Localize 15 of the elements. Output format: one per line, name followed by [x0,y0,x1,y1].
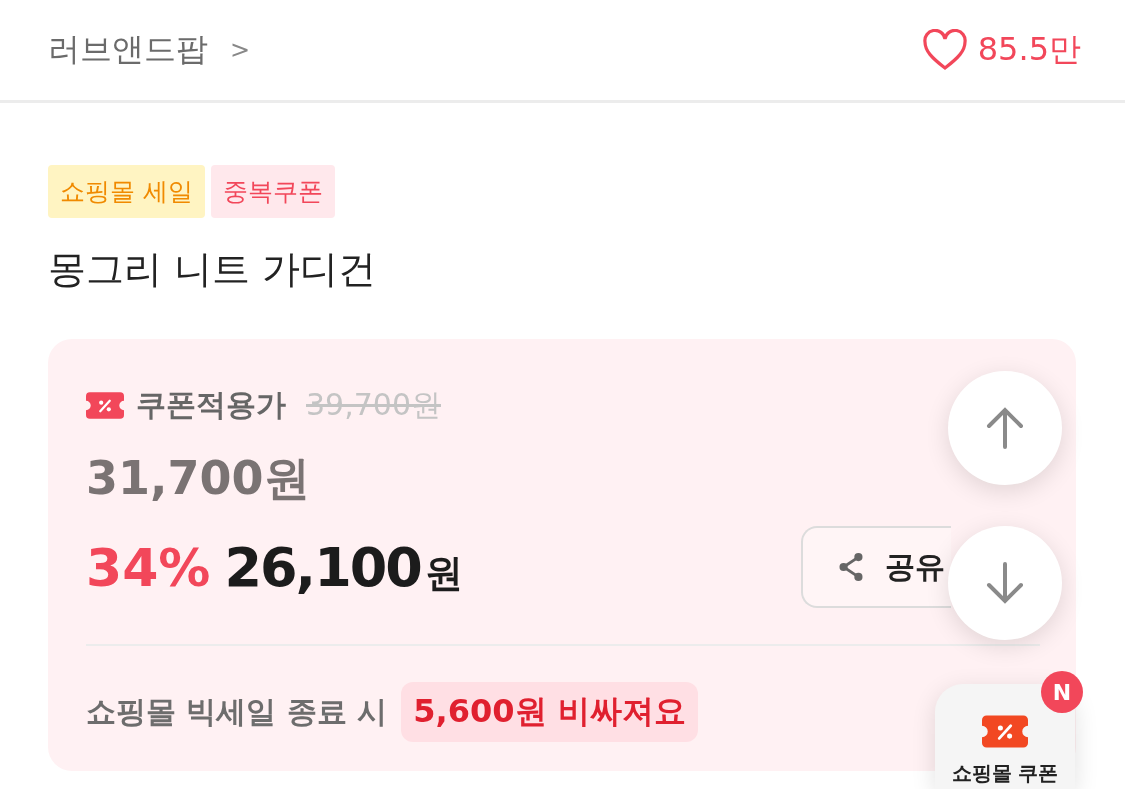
tag-label: 중복쿠폰 [210,165,335,218]
original-price: 39,700원 [306,386,441,424]
sale-price: 26,100 [224,535,421,599]
coupon-price: 31,700원 [86,450,310,507]
price-increase-badge: 5,600원 비싸져요 [401,682,698,742]
coupon-price-label: 쿠폰적용가 [136,386,286,424]
store-name[interactable]: 러브앤드팝 [48,28,208,72]
currency-unit: 원 [424,549,463,597]
tag-label: 쇼핑몰 세일 [48,165,205,218]
product-title: 몽그리 니트 가디건 [48,246,378,293]
discount-rate: 34% [86,537,211,598]
notice-text: 쇼핑몰 빅세일 종료 시 [86,692,388,731]
share-button[interactable]: 공유 [801,526,951,608]
chevron-icon: > [230,36,251,64]
like-count: 85.5만 [977,29,1081,70]
